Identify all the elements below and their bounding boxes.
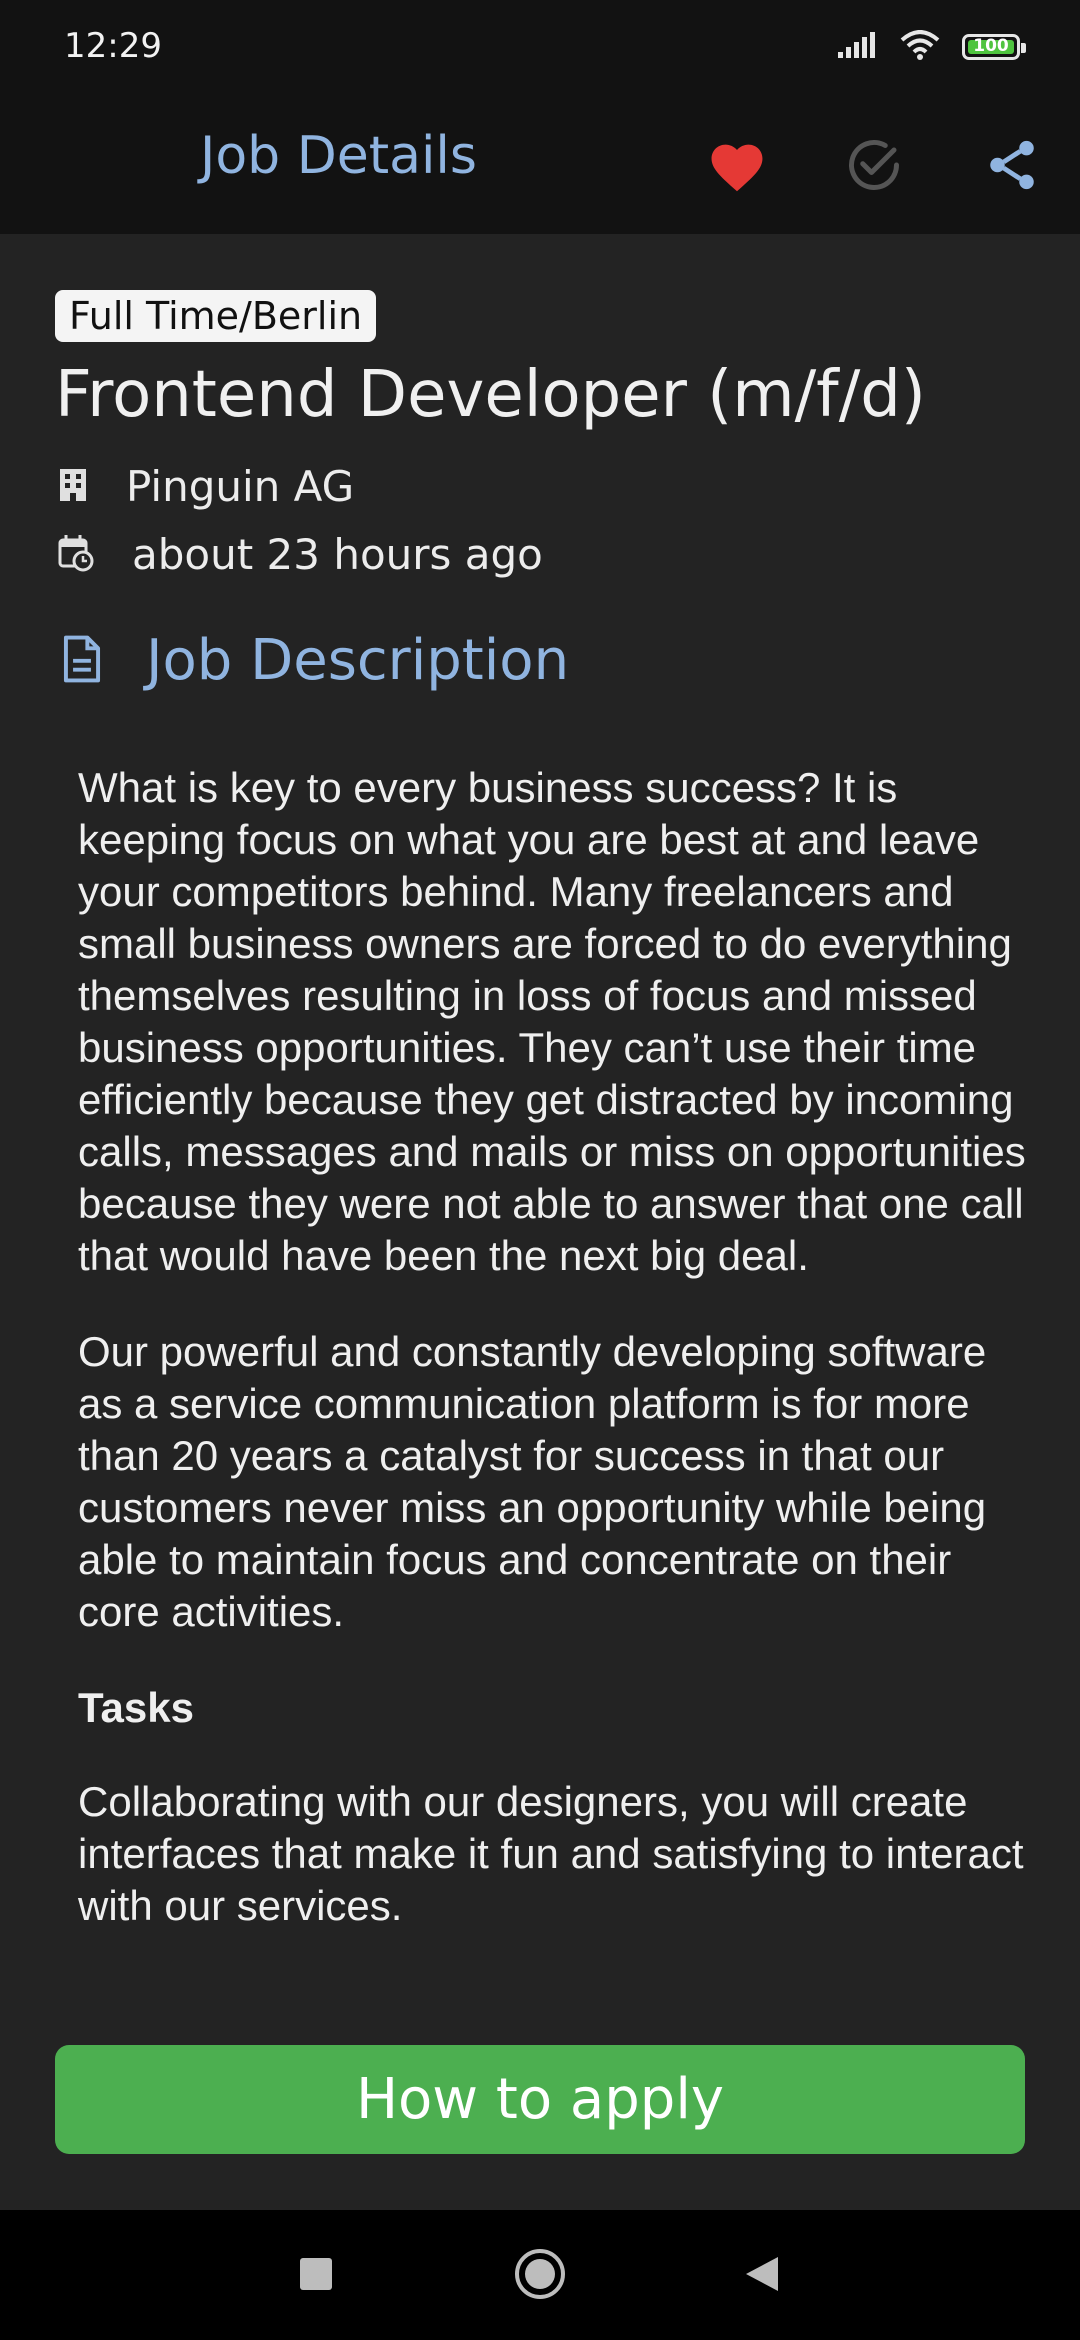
check-circle-icon bbox=[844, 135, 904, 199]
share-button[interactable] bbox=[967, 122, 1057, 212]
calendar-clock-icon bbox=[58, 534, 94, 576]
home-button[interactable] bbox=[512, 2248, 568, 2304]
system-nav-bar bbox=[0, 2210, 1080, 2340]
description-paragraph: Our powerful and constantly developing s… bbox=[78, 1328, 987, 1635]
how-to-apply-button[interactable]: How to apply bbox=[55, 2045, 1025, 2154]
description-paragraph: Collaborating with our designers, you wi… bbox=[78, 1778, 1024, 1929]
job-details-content[interactable]: Full Time/Berlin Frontend Developer (m/f… bbox=[0, 234, 1080, 2008]
back-triangle-icon bbox=[744, 2255, 780, 2297]
recents-button[interactable] bbox=[288, 2248, 344, 2304]
job-type-chip: Full Time/Berlin bbox=[55, 290, 377, 342]
building-icon bbox=[58, 467, 88, 507]
wifi-icon bbox=[900, 30, 940, 64]
posted-row: about 23 hours ago bbox=[58, 530, 543, 579]
battery-level: 100 bbox=[973, 36, 1009, 56]
company-name: Pinguin AG bbox=[126, 462, 355, 511]
company-row: Pinguin AG bbox=[58, 462, 354, 511]
home-circle-icon bbox=[513, 2247, 567, 2305]
posted-time: about 23 hours ago bbox=[132, 530, 543, 579]
app-bar: Job Details bbox=[0, 98, 1080, 234]
page-title: Job Details bbox=[200, 126, 477, 186]
battery-icon: 100 bbox=[962, 34, 1026, 60]
back-button[interactable] bbox=[734, 2248, 790, 2304]
share-icon bbox=[983, 135, 1041, 199]
description-paragraph: What is key to every business success? I… bbox=[78, 764, 1026, 1279]
tasks-heading: Tasks bbox=[78, 1684, 194, 1731]
document-icon bbox=[60, 634, 104, 688]
signal-icon bbox=[838, 32, 878, 62]
job-description-header: Job Description bbox=[60, 628, 569, 693]
heart-icon bbox=[706, 137, 768, 197]
favorite-button[interactable] bbox=[692, 122, 782, 212]
square-icon bbox=[300, 2258, 332, 2294]
status-bar: 12:29 100 bbox=[0, 0, 1080, 98]
section-title: Job Description bbox=[146, 628, 570, 693]
status-time: 12:29 bbox=[64, 26, 162, 66]
job-description: What is key to every business success? I… bbox=[78, 762, 1028, 1976]
status-icons: 100 bbox=[838, 30, 1026, 64]
job-title: Frontend Developer (m/f/d) bbox=[55, 358, 926, 432]
mark-applied-button[interactable] bbox=[829, 122, 919, 212]
